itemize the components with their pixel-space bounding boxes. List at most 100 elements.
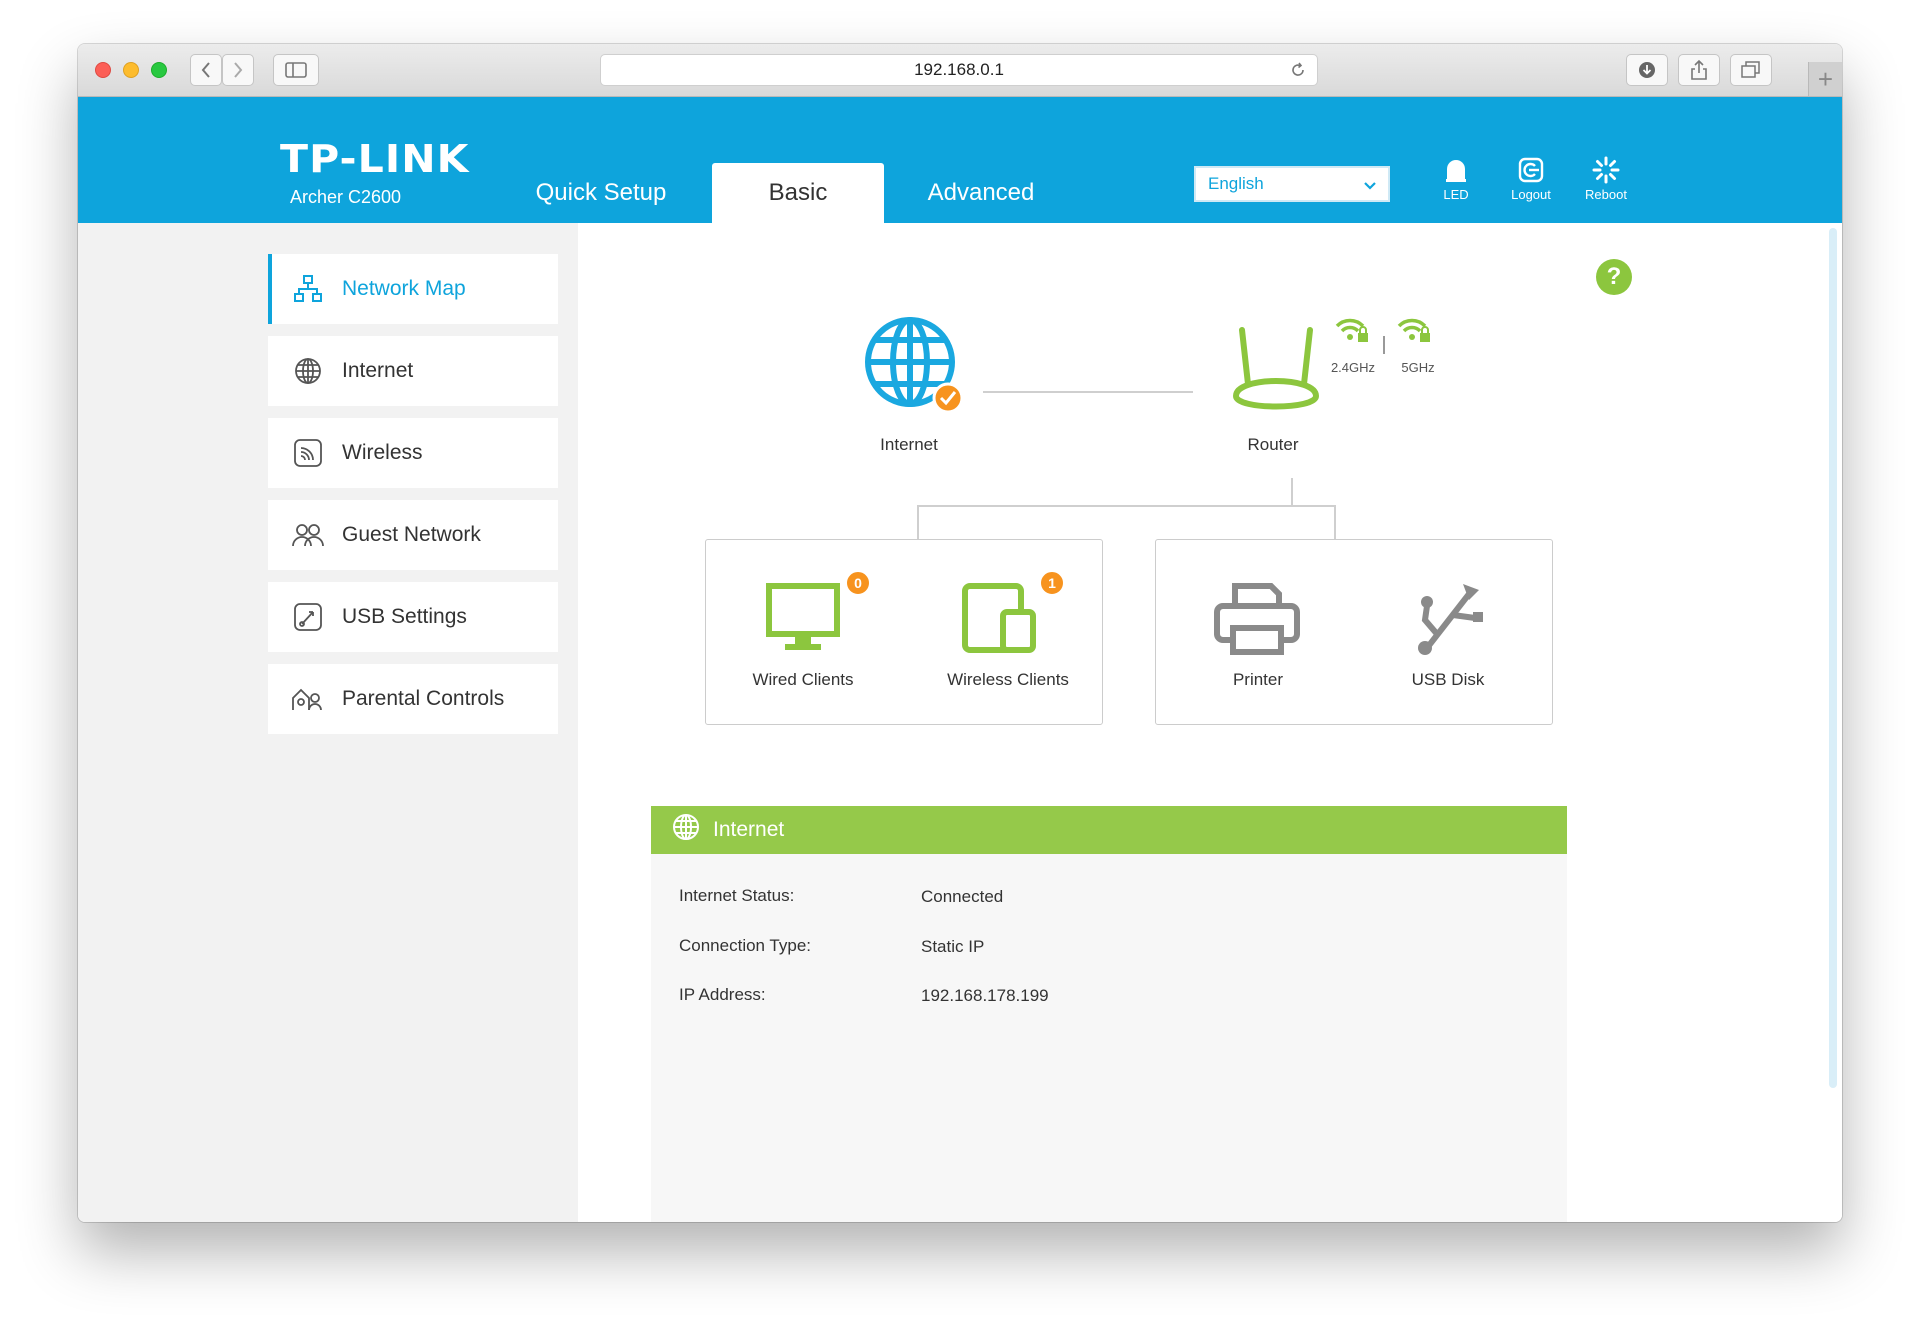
reload-icon[interactable]	[1289, 61, 1307, 79]
logout-icon	[1518, 157, 1544, 183]
tree-line	[1291, 478, 1293, 506]
network-map-icon	[290, 271, 326, 307]
usb-icon	[1418, 584, 1483, 655]
sidebar-item-internet[interactable]: Internet	[268, 336, 558, 406]
help-button[interactable]: ?	[1596, 259, 1632, 295]
chevron-down-icon	[1364, 182, 1376, 190]
led-button[interactable]: LED	[1421, 155, 1491, 215]
wireless-clients-label: Wireless Clients	[947, 670, 1069, 689]
ip-address-label: IP Address:	[679, 985, 766, 1004]
tree-line	[1334, 505, 1336, 539]
sidebar-item-label: Internet	[342, 359, 414, 382]
internet-info-header: Internet	[651, 806, 1567, 854]
reboot-label: Reboot	[1585, 187, 1627, 202]
tab-advanced[interactable]: Advanced	[896, 163, 1066, 223]
wifi-lock-icon	[1335, 318, 1368, 342]
chevron-right-icon	[234, 62, 243, 78]
tree-line	[917, 505, 919, 539]
band-24-label: 2.4GHz	[1330, 360, 1376, 375]
led-label: LED	[1443, 187, 1469, 202]
address-bar[interactable]: 192.168.0.1	[600, 54, 1318, 86]
printer-icon	[1214, 583, 1300, 655]
language-selected: English	[1208, 174, 1264, 193]
wired-clients-node[interactable]	[765, 582, 841, 654]
usb-disk-node[interactable]	[1413, 580, 1485, 658]
ip-address-value: 192.168.178.199	[921, 986, 1049, 1005]
share-icon	[1691, 59, 1707, 80]
tabs-overview-button[interactable]	[1730, 54, 1772, 86]
chevron-left-icon	[201, 62, 210, 78]
sidebar-item-label: USB Settings	[342, 605, 467, 628]
router-header: TP-LINK Archer C2600 Quick Setup Basic A…	[78, 97, 1842, 223]
router-node[interactable]	[1228, 324, 1324, 420]
devices-icon	[962, 583, 1036, 653]
wireless-clients-node[interactable]	[961, 582, 1045, 654]
printer-label: Printer	[1232, 670, 1284, 689]
sidebar-toggle-button[interactable]	[273, 54, 319, 86]
connection-line	[983, 391, 1193, 393]
wireless-count-badge: 1	[1039, 570, 1065, 596]
tree-line	[917, 505, 1335, 507]
sidebar-item-guest-network[interactable]: Guest Network	[268, 500, 558, 570]
connection-type-value: Static IP	[921, 937, 985, 956]
router-label: Router	[1247, 435, 1299, 454]
logout-button[interactable]: Logout	[1496, 155, 1566, 215]
usb-settings-icon	[290, 599, 326, 635]
sidebar-item-label: Guest Network	[342, 523, 481, 546]
scrollbar-thumb[interactable]	[1829, 228, 1837, 1088]
wifi-24-status[interactable]	[1334, 316, 1370, 346]
forward-button[interactable]	[222, 54, 254, 86]
model-name: Archer C2600	[290, 187, 402, 207]
tab-basic[interactable]: Basic	[712, 163, 884, 223]
reboot-button[interactable]: Reboot	[1571, 155, 1641, 215]
wifi-5-status[interactable]	[1396, 316, 1432, 346]
new-tab-button[interactable]: +	[1808, 62, 1842, 96]
tab-quick-setup[interactable]: Quick Setup	[516, 163, 686, 223]
sidebar-item-network-map[interactable]: Network Map	[268, 254, 558, 324]
address-text: 192.168.0.1	[914, 60, 1004, 79]
internet-globe-icon	[865, 317, 964, 414]
internet-info-title: Internet	[713, 818, 785, 841]
browser-window: 192.168.0.1 + TP-LINK Archer C2600 Quick…	[78, 44, 1842, 1222]
logout-label: Logout	[1511, 187, 1551, 202]
internet-label: Internet	[880, 435, 938, 454]
monitor-icon	[766, 583, 840, 650]
sidebar-item-label: Network Map	[342, 277, 466, 300]
browser-titlebar: 192.168.0.1 +	[78, 44, 1842, 97]
sidebar-item-wireless[interactable]: Wireless	[268, 418, 558, 488]
sidebar-item-label: Wireless	[342, 441, 423, 464]
status-value: Connected	[921, 887, 1004, 906]
download-icon	[1639, 62, 1655, 78]
connection-type-label: Connection Type:	[679, 936, 811, 955]
close-window-button[interactable]	[95, 62, 111, 78]
plus-icon: +	[1817, 63, 1834, 94]
band-divider	[1383, 336, 1385, 354]
scrollbar[interactable]	[1828, 228, 1838, 1088]
sidebar-icon	[285, 62, 307, 78]
internet-node[interactable]	[862, 314, 966, 418]
wired-clients-label: Wired Clients	[752, 670, 854, 689]
globe-icon	[671, 812, 701, 848]
guest-icon	[290, 517, 326, 553]
tabs-icon	[1741, 61, 1760, 78]
internet-info-body: Internet Status: Connected Connection Ty…	[651, 854, 1567, 1222]
wifi-lock-icon	[1397, 318, 1430, 342]
bell-led-icon	[1446, 160, 1466, 182]
downloads-button[interactable]	[1626, 54, 1668, 86]
reboot-icon	[1592, 156, 1620, 184]
band-5-label: 5GHz	[1401, 360, 1435, 375]
question-icon: ?	[1606, 263, 1622, 290]
zoom-window-button[interactable]	[151, 62, 167, 78]
wireless-icon	[290, 435, 326, 471]
sidebar-item-parental-controls[interactable]: Parental Controls	[268, 664, 558, 734]
sidebar-item-label: Parental Controls	[342, 687, 505, 710]
language-select[interactable]: English	[1194, 166, 1390, 202]
status-label: Internet Status:	[679, 886, 795, 905]
minimize-window-button[interactable]	[123, 62, 139, 78]
share-button[interactable]	[1678, 54, 1720, 86]
back-button[interactable]	[190, 54, 222, 86]
sidebar-item-usb-settings[interactable]: USB Settings	[268, 582, 558, 652]
globe-icon	[290, 353, 326, 389]
printer-node[interactable]	[1213, 580, 1301, 658]
usb-disk-label: USB Disk	[1411, 670, 1485, 689]
